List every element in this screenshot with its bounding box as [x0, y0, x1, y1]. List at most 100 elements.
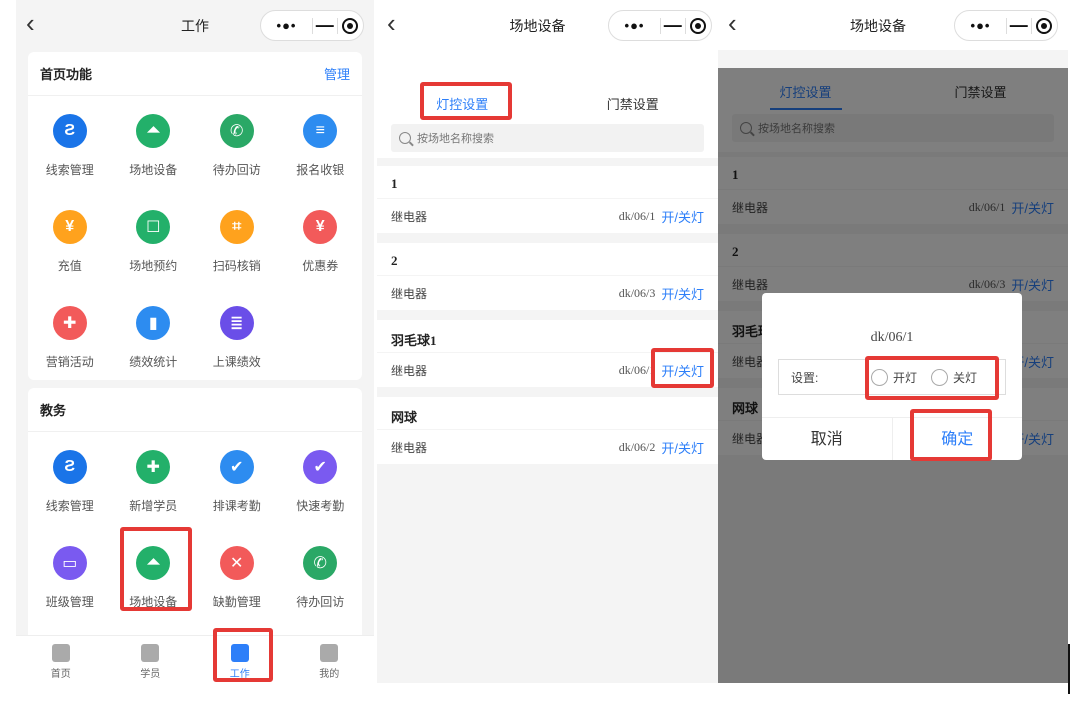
venue-name: 2	[377, 243, 718, 275]
highlight-confirm-button	[910, 409, 992, 461]
more-icon[interactable]: •●•	[955, 18, 1006, 33]
more-icon[interactable]: •●•	[609, 18, 660, 33]
grid-item[interactable]: ≡ 报名收银	[279, 96, 363, 192]
calendar-icon: ☐	[136, 210, 171, 244]
section-title: 教务	[40, 403, 67, 418]
dialog-title: dk/06/1	[870, 330, 914, 345]
minimize-icon[interactable]: —	[1007, 15, 1031, 36]
student-icon	[141, 644, 160, 662]
tab-label: 首页	[50, 669, 71, 680]
grid-item-label: 上课绩效	[212, 355, 261, 369]
grid-item[interactable]: ▮ 绩效统计	[112, 288, 196, 384]
grid-item[interactable]: ✔ 排课考勤	[195, 432, 279, 528]
bell-icon: ⏶	[136, 114, 171, 148]
grid-item-label: 报名收银	[296, 163, 345, 177]
home-icon	[51, 644, 70, 662]
device-row: 继电器 dk/06/1 开/关灯	[377, 199, 718, 233]
grid-item-label: 待办回访	[296, 595, 345, 609]
tab-label: 学员	[140, 669, 161, 680]
grid-item[interactable]: ▭ 班级管理	[28, 528, 112, 624]
grid-item-label: 充值	[57, 259, 82, 273]
tab-home[interactable]: 首页	[16, 636, 106, 683]
device-name: 继电器	[391, 209, 428, 224]
clue-icon: Ƨ	[52, 450, 87, 484]
grid-item-label: 优惠券	[302, 259, 339, 273]
venue-group: 1 继电器 dk/06/1 开/关灯	[377, 166, 718, 236]
toggle-light-button[interactable]: 开/关灯	[661, 284, 704, 303]
recharge-icon: ¥	[52, 210, 87, 244]
grid-item[interactable]: ⏶ 场地设备	[112, 96, 196, 192]
mini-program-capsule: •●• —	[260, 10, 364, 41]
scan-icon: ⌗	[219, 210, 254, 244]
grid-item-label: 缺勤管理	[212, 595, 261, 609]
phone-icon: ✆	[219, 114, 254, 148]
absence-icon: ✕	[219, 546, 254, 580]
grid-item[interactable]: ✚ 新增学员	[112, 432, 196, 528]
grid-item-label: 排课考勤	[212, 499, 261, 513]
toggle-light-button[interactable]: 开/关灯	[661, 438, 704, 457]
manage-link[interactable]: 管理	[324, 64, 350, 83]
grid-item[interactable]: ¥ 充值	[28, 192, 112, 288]
venue-name: 网球	[377, 397, 718, 429]
profile-icon	[320, 644, 339, 662]
device-code: dk/06/1	[618, 208, 656, 223]
tab-profile[interactable]: 我的	[285, 636, 375, 683]
setting-label: 设置:	[791, 370, 819, 385]
cancel-button[interactable]: 取消	[762, 418, 892, 460]
education-card: 教务 Ƨ 线索管理 ✚ 新增学员 ✔ 排课考勤 ✔ 快速考勤 ▭ 班级管理 ⏶ 场地设备 ✕ 缺勤管理 ✆ 待…	[28, 388, 362, 648]
grid-item[interactable]: ✚ 营销活动	[28, 288, 112, 384]
highlight-work-tab	[213, 628, 273, 682]
grid-item[interactable]: Ƨ 线索管理	[28, 432, 112, 528]
clue-icon: Ƨ	[52, 114, 87, 148]
grid-item[interactable]: Ƨ 线索管理	[28, 96, 112, 192]
nav-bar: ‹ 场地设备 •●• —	[718, 0, 1068, 50]
work-screen: ‹ 工作 •●• — 首页功能 管理 Ƨ 线索管理 ⏶ 场地设备 ✆ 待办回访 ≡ 报名收银 ¥…	[16, 0, 374, 683]
register-icon: ≡	[303, 114, 338, 148]
highlight-radio-options	[865, 356, 999, 400]
grid-item-label: 扫码核销	[212, 259, 261, 273]
device-code: dk/06/2	[618, 439, 656, 454]
minimize-icon[interactable]: —	[661, 15, 685, 36]
venue-device-dialog-screen: ‹ 场地设备 •●• — 灯控设置 门禁设置 按场地名称搜索 1继电器dk/06…	[718, 0, 1068, 683]
nav-bar: ‹ 工作 •●• —	[16, 0, 374, 50]
close-target-icon[interactable]	[686, 17, 712, 34]
nav-bar: ‹ 场地设备 •●• —	[377, 0, 718, 50]
search-icon	[399, 132, 411, 144]
minimize-icon[interactable]: —	[313, 15, 337, 36]
grid-item[interactable]: ✕ 缺勤管理	[195, 528, 279, 624]
venue-name: 1	[377, 166, 718, 198]
more-icon[interactable]: •●•	[261, 18, 312, 33]
grid-item-label: 场地设备	[129, 163, 178, 177]
toggle-light-button[interactable]: 开/关灯	[661, 207, 704, 226]
venue-group: 网球继电器 dk/06/2 开/关灯	[377, 397, 718, 467]
grid-item[interactable]: ✆ 待办回访	[279, 528, 363, 624]
home-functions-card: 首页功能 管理 Ƨ 线索管理 ⏶ 场地设备 ✆ 待办回访 ≡ 报名收银 ¥ 充值 ☐ 场地预约 ⌗ 扫码核…	[28, 52, 362, 380]
tag-icon: ✚	[52, 306, 87, 340]
grid-item[interactable]: ⌗ 扫码核销	[195, 192, 279, 288]
grid-item[interactable]: ✆ 待办回访	[195, 96, 279, 192]
grid-item-label: 场地预约	[129, 259, 178, 273]
grid-item[interactable]: ¥ 优惠券	[279, 192, 363, 288]
device-code: dk/06/1	[618, 362, 656, 377]
tab-student[interactable]: 学员	[106, 636, 196, 683]
grid-item-label: 待办回访	[212, 163, 261, 177]
device-name: 继电器	[391, 363, 428, 378]
mini-program-capsule: •●• —	[608, 10, 712, 41]
highlight-venue-device	[120, 527, 192, 611]
grid-item-label: 线索管理	[45, 499, 94, 513]
close-target-icon[interactable]	[1032, 17, 1058, 34]
add-user-icon: ✚	[136, 450, 171, 484]
highlight-light-tab	[420, 82, 512, 120]
venue-device-screen: ‹ 场地设备 •●• — 灯控设置 门禁设置 按场地名称搜索 1 继电器 dk/06…	[377, 0, 718, 683]
grid-item-label: 班级管理	[45, 595, 94, 609]
grid-item[interactable]: ≣ 上课绩效	[195, 288, 279, 384]
phone-icon: ✆	[303, 546, 338, 580]
grid-item[interactable]: ✔ 快速考勤	[279, 432, 363, 528]
grid-item-label: 快速考勤	[296, 499, 345, 513]
tab-access-control[interactable]: 门禁设置	[548, 50, 719, 112]
mini-program-capsule: •●• —	[954, 10, 1058, 41]
search-input[interactable]: 按场地名称搜索	[391, 124, 704, 152]
grid-item[interactable]: ☐ 场地预约	[112, 192, 196, 288]
device-row: 继电器 dk/06/3 开/关灯	[377, 276, 718, 310]
close-target-icon[interactable]	[338, 17, 364, 34]
